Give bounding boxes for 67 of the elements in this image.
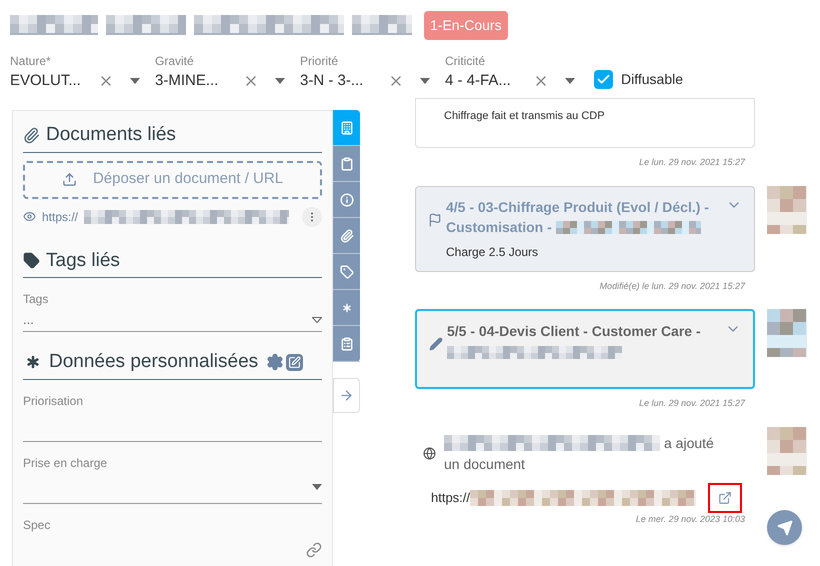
caret-icon[interactable]: [275, 78, 285, 84]
clipboard-list-icon: [340, 336, 354, 350]
field-label: Spec: [23, 516, 52, 534]
step-title: 4/5 - 03-Chiffrage Produit (Evol / Décl.) - Customisation -: [446, 198, 710, 236]
more-button[interactable]: [302, 206, 322, 226]
field-label: Priorité: [300, 52, 340, 70]
document-link[interactable]: https://: [431, 488, 470, 508]
section-title: Tags liés: [46, 248, 120, 272]
field-label: Gravité: [155, 52, 195, 70]
tag-icon: [340, 264, 354, 278]
select-field[interactable]: 3-MINE...: [155, 70, 298, 92]
clipboard-icon: [340, 156, 354, 170]
status-badge: 1-En-Cours: [424, 10, 508, 40]
avatar: [767, 186, 807, 234]
caret-icon: [312, 484, 322, 490]
activity-text: a ajouté: [664, 434, 714, 453]
field-label: Prise en charge: [23, 454, 108, 472]
select-field[interactable]: 4 - 4-FA...: [445, 70, 588, 92]
step-card[interactable]: 4/5 - 03-Chiffrage Produit (Evol / Décl.) - Customisation - Charge 2.5 Jours: [415, 186, 755, 272]
external-link-icon: [718, 490, 732, 504]
open-link-button[interactable]: [708, 482, 742, 512]
field-label: Nature*: [10, 52, 52, 70]
field-label: Priorisation: [23, 392, 84, 410]
note-text: Chiffrage fait et transmis au CDP: [444, 110, 605, 122]
step-text: Charge 2.5 Jours: [446, 244, 540, 260]
globe-icon: [423, 447, 436, 460]
avatar: [767, 309, 807, 357]
redacted-text: [352, 15, 412, 35]
settings-icon[interactable]: [266, 353, 284, 372]
checkbox[interactable]: [594, 70, 613, 89]
info-icon: [340, 192, 354, 206]
caret-icon: [312, 316, 322, 322]
paperclip-icon: [340, 228, 354, 242]
avatar: [767, 426, 807, 474]
activity-text: un document: [444, 454, 526, 474]
side-tab[interactable]: [333, 110, 360, 146]
step-card[interactable]: 5/5 - 04-Devis Client - Customer Care -: [415, 309, 755, 389]
flag-icon: [428, 212, 442, 226]
select-field[interactable]: EVOLUT...: [10, 70, 153, 92]
edit-icon[interactable]: [286, 354, 304, 371]
upload-icon: [62, 172, 77, 187]
field-label: Tags: [23, 291, 50, 308]
arrow-right-icon: [339, 388, 354, 403]
eye-icon[interactable]: [23, 210, 36, 223]
send-icon: [776, 520, 792, 536]
timestamp: Le lun. 29 nov. 2021 15:27: [638, 397, 745, 410]
document-link[interactable]: https://: [42, 208, 78, 226]
collapse-button[interactable]: [333, 378, 360, 413]
select-field[interactable]: 3-N - 3-...: [300, 70, 443, 92]
pencil-icon: [429, 337, 443, 351]
checkbox-label: Diffusable: [621, 70, 684, 89]
caret-icon[interactable]: [420, 78, 430, 84]
caret-icon[interactable]: [130, 78, 140, 84]
tags-field[interactable]: ...: [23, 308, 322, 332]
section-title: Documents liés: [46, 123, 176, 147]
send-button[interactable]: [767, 510, 802, 545]
timestamp: Modifié(e) le lun. 29 nov. 2021 15:27: [598, 280, 745, 293]
step-title: 5/5 - 04-Devis Client - Customer Care -: [447, 321, 721, 361]
timestamp: Le mer. 29 nov. 2023 10:03: [634, 512, 745, 526]
link-icon[interactable]: [306, 542, 322, 558]
caret-icon[interactable]: [565, 78, 575, 84]
section-title: Données personnalisées: [49, 350, 258, 374]
timestamp: Le lun. 29 nov. 2021 15:27: [638, 156, 745, 169]
building-icon: [340, 120, 354, 134]
paperclip-icon: [23, 126, 40, 144]
field-label: Criticité: [445, 52, 486, 70]
tag-icon: [23, 252, 40, 270]
